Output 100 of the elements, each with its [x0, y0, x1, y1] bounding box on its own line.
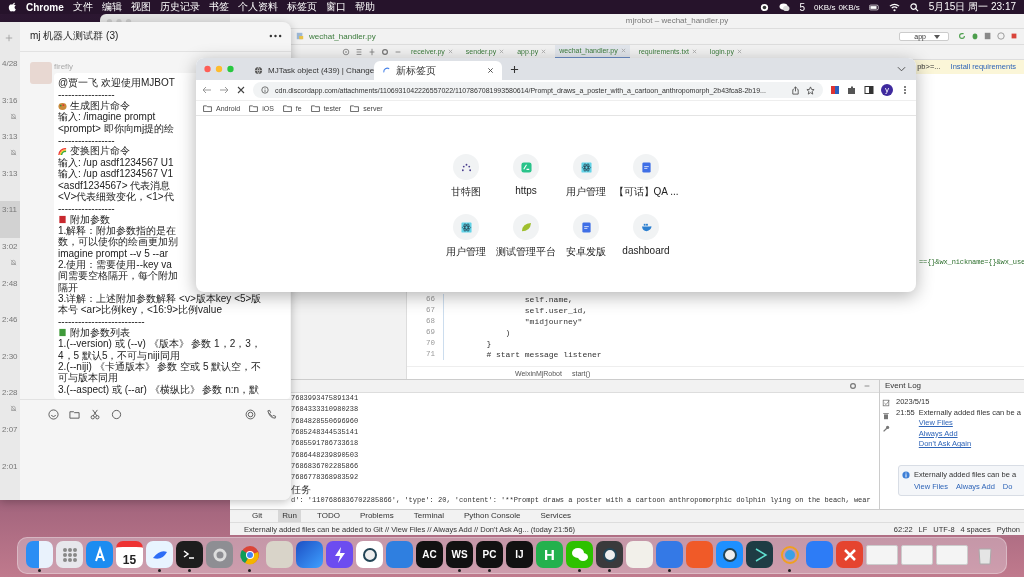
- conversation-item[interactable]: 2:48: [0, 274, 20, 312]
- conversation-item[interactable]: 2:07: [0, 420, 20, 458]
- settings-icon[interactable]: [849, 382, 857, 391]
- shortcut-tile[interactable]: dashboard: [616, 214, 676, 266]
- quicktime-icon[interactable]: [596, 541, 623, 568]
- profile-avatar[interactable]: y: [881, 84, 893, 96]
- back-arrow-icon[interactable]: [202, 85, 212, 95]
- conversation-item[interactable]: 2:01: [0, 457, 20, 495]
- scissors-icon[interactable]: [90, 409, 101, 421]
- stop-icon[interactable]: [1010, 32, 1018, 41]
- apple-icon[interactable]: [8, 2, 17, 12]
- tool-window-tab[interactable]: Services: [536, 510, 576, 523]
- menu-item[interactable]: 窗口: [325, 0, 346, 14]
- window-controls-icon[interactable]: [204, 65, 234, 73]
- plus-icon[interactable]: [510, 64, 519, 74]
- rerun-icon[interactable]: [958, 32, 966, 41]
- shortcut-tile[interactable]: 甘特图: [436, 154, 496, 206]
- window-thumbnail[interactable]: [866, 545, 898, 565]
- calendar-icon[interactable]: 15: [116, 541, 143, 568]
- conversation-item[interactable]: 3:13: [0, 164, 20, 202]
- conversation-time: 2:28: [2, 388, 19, 398]
- checkbox-icon[interactable]: [882, 399, 890, 408]
- share-icon[interactable]: [791, 85, 800, 95]
- tool-window-tab[interactable]: Run: [278, 510, 301, 523]
- puzzle-icon[interactable]: [847, 85, 857, 95]
- search-icon[interactable]: [908, 2, 920, 12]
- message-line: imagine prompt --v 5 --ar: [58, 248, 169, 260]
- shortcut-tile[interactable]: 【可话】QA ...: [616, 154, 676, 206]
- menu-item[interactable]: 文件: [72, 0, 93, 14]
- tool-window-tab[interactable]: Terminal: [409, 510, 448, 523]
- emoji-icon[interactable]: [48, 409, 59, 421]
- grid-icon[interactable]: [56, 541, 83, 568]
- menu-item[interactable]: 历史记录: [159, 0, 200, 14]
- expand-icon[interactable]: [368, 47, 376, 56]
- wifi-icon[interactable]: [888, 2, 900, 12]
- menu-item[interactable]: 书签: [208, 0, 229, 14]
- circle-app-icon[interactable]: [356, 541, 383, 568]
- breadcrumb[interactable]: wechat_handler.py: [309, 31, 376, 41]
- terminal-icon[interactable]: [176, 541, 203, 568]
- profiler-icon[interactable]: [997, 32, 1005, 41]
- cross-icon[interactable]: [836, 541, 863, 568]
- target-icon[interactable]: [342, 47, 350, 56]
- collapse-icon[interactable]: [355, 47, 363, 56]
- shortcut-tile[interactable]: https: [496, 154, 556, 206]
- ide-icon[interactable]: AC: [416, 541, 443, 568]
- sidebar-icon[interactable]: [864, 85, 874, 95]
- shortcut-tile[interactable]: 测试管理平台: [496, 214, 556, 266]
- forward-arrow-icon[interactable]: [219, 85, 229, 95]
- menu-item[interactable]: 编辑: [101, 0, 122, 14]
- tool-window-tab[interactable]: Git: [248, 510, 267, 523]
- chat-bubbles-icon[interactable]: [779, 2, 791, 12]
- menu-app-name[interactable]: Chrome: [26, 1, 64, 13]
- chat-icon[interactable]: [111, 409, 122, 421]
- chevron-down-icon[interactable]: [897, 66, 906, 72]
- battery-icon[interactable]: [868, 2, 880, 12]
- conversation-item[interactable]: 2:30: [0, 347, 20, 385]
- menu-item[interactable]: 标签页: [286, 0, 317, 14]
- wrench-icon[interactable]: [882, 425, 890, 434]
- conversation-item[interactable]: 4/28: [0, 55, 20, 92]
- star-icon[interactable]: [806, 85, 815, 95]
- conversation-item[interactable]: 3:02: [0, 237, 20, 275]
- record-icon[interactable]: [759, 2, 771, 12]
- video-call-icon[interactable]: [245, 409, 256, 421]
- menu-item[interactable]: 视图: [130, 0, 151, 14]
- menu-item[interactable]: 个人资料: [237, 0, 278, 14]
- bolt-icon[interactable]: [326, 541, 353, 568]
- conversation-item[interactable]: 3:13: [0, 128, 20, 165]
- ide-icon[interactable]: PC: [476, 541, 503, 568]
- compass-icon[interactable]: [716, 541, 743, 568]
- close-icon[interactable]: [487, 67, 494, 74]
- ide-icon[interactable]: WS: [446, 541, 473, 568]
- menu-clock[interactable]: 5月15日 周一 23:17: [928, 0, 1016, 14]
- bird-icon[interactable]: [146, 541, 173, 568]
- conversation-item[interactable]: 2:28: [0, 384, 20, 421]
- settings-icon[interactable]: [381, 47, 389, 56]
- window-thumbnail[interactable]: [936, 545, 968, 565]
- window-thumbnail[interactable]: [901, 545, 933, 565]
- coverage-icon[interactable]: [984, 32, 992, 41]
- stop-loading-icon[interactable]: [236, 85, 246, 95]
- folder-icon[interactable]: [69, 409, 80, 421]
- ide-icon[interactable]: IJ: [506, 541, 533, 568]
- folder-icon: [350, 104, 360, 112]
- tool-window-tab[interactable]: Python Console: [459, 510, 525, 523]
- trash-icon[interactable]: [882, 412, 890, 421]
- extension-logo-icon[interactable]: [830, 85, 840, 95]
- bug-icon[interactable]: [971, 32, 979, 41]
- shortcut-tile[interactable]: 用户管理: [556, 154, 616, 206]
- play-icon[interactable]: [746, 541, 773, 568]
- shortcut-tile[interactable]: 用户管理: [436, 214, 496, 266]
- browser-tab[interactable]: 新标签页: [374, 61, 502, 80]
- conversation-item[interactable]: 3:16: [0, 91, 20, 129]
- shortcut-tile[interactable]: 安卓发版: [556, 214, 616, 266]
- caret-icon[interactable]: [934, 34, 940, 39]
- tool-window-tab[interactable]: Problems: [355, 510, 398, 523]
- menu-item[interactable]: 帮助: [354, 0, 375, 14]
- conversation-item[interactable]: 2:46: [0, 311, 20, 348]
- more-icon[interactable]: [269, 34, 282, 39]
- message-input[interactable]: [20, 399, 291, 500]
- tool-window-tab[interactable]: TODO: [312, 510, 344, 523]
- store-icon[interactable]: [86, 541, 113, 568]
